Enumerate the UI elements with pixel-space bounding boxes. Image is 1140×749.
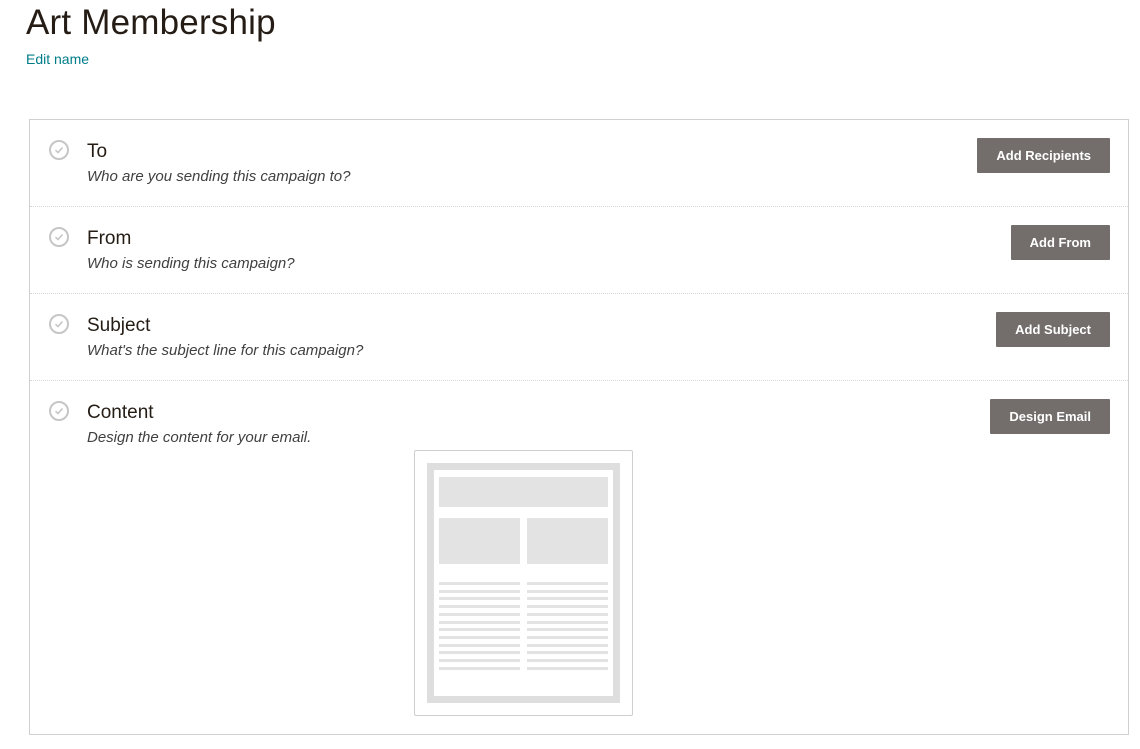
preview-text-line: [527, 651, 608, 655]
preview-frame: [427, 463, 620, 703]
checklist-item-title: Subject: [87, 315, 151, 336]
add-recipients-button[interactable]: Add Recipients: [977, 138, 1110, 173]
preview-header-block: [439, 477, 608, 507]
checklist-item-description: Who is sending this campaign?: [87, 255, 295, 272]
check-circle-icon: [49, 140, 69, 160]
checklist-item-description: What's the subject line for this campaig…: [87, 342, 364, 359]
campaign-title: Art Membership: [26, 3, 276, 42]
preview-text-line: [439, 628, 520, 632]
preview-text-line: [527, 605, 608, 609]
preview-text-line: [439, 605, 520, 609]
preview-text-line: [527, 620, 608, 624]
checklist-item-description: Design the content for your email.: [87, 429, 312, 446]
check-circle-icon: [49, 227, 69, 247]
add-subject-button[interactable]: Add Subject: [996, 312, 1110, 347]
preview-text-line: [527, 628, 608, 632]
preview-page: [434, 470, 613, 696]
preview-text-line: [439, 666, 520, 670]
checklist-item-to: To Who are you sending this campaign to?…: [30, 120, 1128, 207]
checklist-item-from: From Who is sending this campaign? Add F…: [30, 207, 1128, 294]
preview-text-line: [527, 582, 608, 585]
preview-text-line: [439, 643, 520, 647]
preview-text-line: [439, 651, 520, 655]
checklist-item-title: To: [87, 141, 108, 162]
preview-text-line: [527, 643, 608, 647]
preview-text-line: [527, 635, 608, 639]
check-circle-icon: [49, 401, 69, 421]
preview-text-line: [439, 659, 520, 662]
design-email-button[interactable]: Design Email: [990, 399, 1110, 434]
preview-text-line: [527, 597, 608, 601]
campaign-builder-page: Art Membership Edit name To Who are you …: [0, 0, 1140, 749]
preview-text-line: [439, 635, 520, 639]
checklist-item-title: Content: [87, 402, 154, 423]
campaign-checklist: To Who are you sending this campaign to?…: [29, 119, 1129, 735]
preview-text-line: [527, 589, 608, 593]
preview-text-line: [439, 589, 520, 593]
preview-text-line: [439, 582, 520, 585]
preview-image-block-right: [527, 518, 608, 564]
email-template-preview[interactable]: [414, 450, 633, 716]
preview-text-line: [439, 612, 520, 616]
edit-name-link[interactable]: Edit name: [26, 51, 89, 67]
preview-text-line: [527, 659, 608, 662]
add-from-button[interactable]: Add From: [1010, 225, 1110, 260]
preview-text-line: [527, 666, 608, 670]
checklist-item-description: Who are you sending this campaign to?: [87, 168, 351, 185]
preview-text-line: [439, 597, 520, 601]
check-circle-icon: [49, 314, 69, 334]
preview-text-line: [527, 612, 608, 616]
preview-text-line: [439, 620, 520, 624]
checklist-item-title: From: [87, 228, 132, 249]
checklist-item-subject: Subject What's the subject line for this…: [30, 294, 1128, 381]
preview-image-block-left: [439, 518, 520, 564]
